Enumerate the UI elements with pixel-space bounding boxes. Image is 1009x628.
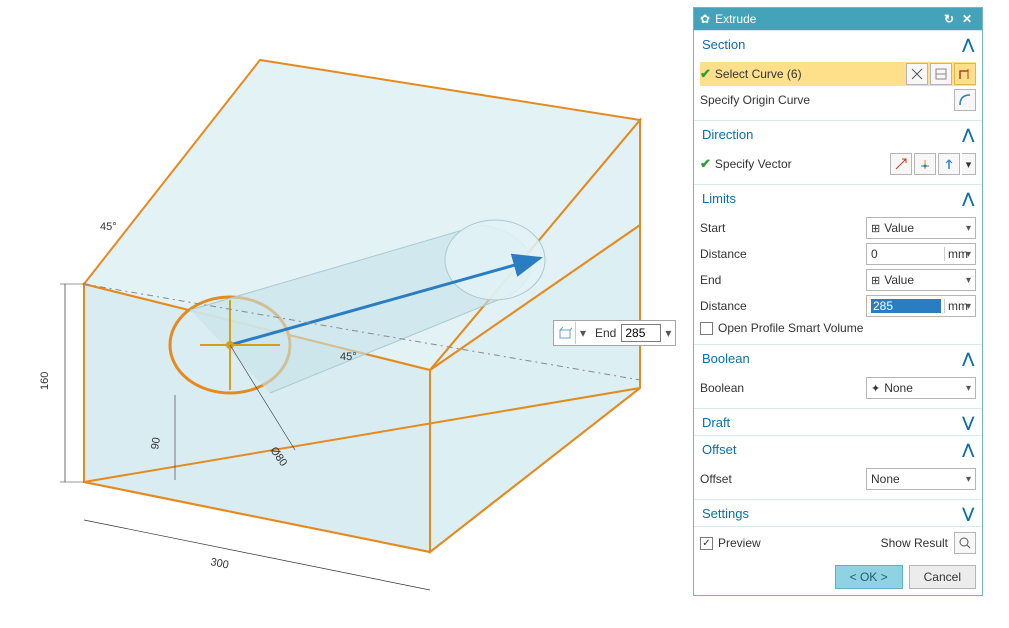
offset-row: Offset None ▾ — [700, 467, 976, 491]
vector-dialog-icon[interactable] — [914, 153, 936, 175]
footer-row: ✓ Preview Show Result — [694, 526, 982, 559]
chevron-down-icon: ▾ — [966, 301, 971, 312]
sketch-section-icon[interactable] — [906, 63, 928, 85]
checkbox-checked: ✓ — [700, 537, 713, 550]
select-curve-label: Select Curve (6) — [715, 67, 904, 81]
start-type-field[interactable]: ⊞ Value ▾ — [866, 217, 976, 239]
origin-curve-icon[interactable] — [954, 89, 976, 111]
chevron-down-icon: ⋁ — [963, 505, 974, 522]
offset-field[interactable]: None ▾ — [866, 468, 976, 490]
panel-titlebar[interactable]: ✿ Extrude ↻ ✕ — [694, 8, 982, 30]
curve-rule-icon[interactable] — [930, 63, 952, 85]
dim-angle2: 45° — [340, 351, 357, 363]
checkbox-box — [700, 322, 713, 335]
open-profile-checkbox[interactable]: Open Profile Smart Volume — [700, 321, 976, 335]
section-head-limits[interactable]: Limits ⋀ — [694, 184, 982, 211]
offset-title: Offset — [702, 442, 736, 457]
panel-title: Extrude — [715, 12, 940, 26]
inferred-vector-icon[interactable] — [938, 153, 960, 175]
viewport-3d[interactable]: 160 300 90 45° 45° Ø80 — [0, 0, 690, 623]
end-type-field[interactable]: ⊞ Value ▾ — [866, 269, 976, 291]
reverse-direction-icon[interactable] — [890, 153, 912, 175]
distance-label: Distance — [700, 247, 866, 261]
inline-unit-dropdown[interactable]: ▾ — [661, 326, 675, 340]
start-distance-row: Distance 0 mm ▾ — [700, 242, 976, 266]
dim-width: 300 — [209, 556, 229, 571]
section-head-offset[interactable]: Offset ⋀ — [694, 435, 982, 462]
show-result-icon[interactable] — [954, 532, 976, 554]
check-icon: ✔ — [700, 156, 711, 172]
section-head-draft[interactable]: Draft ⋁ — [694, 408, 982, 435]
offset-label: Offset — [700, 472, 866, 486]
boolean-label: Boolean — [700, 381, 866, 395]
chevron-up-icon: ⋀ — [963, 126, 974, 143]
end-distance-row: Distance 285 mm ▾ — [700, 294, 976, 318]
chevron-up-icon: ⋀ — [963, 36, 974, 53]
open-profile-label: Open Profile Smart Volume — [718, 321, 863, 335]
start-label: Start — [700, 221, 866, 235]
boolean-row: Boolean ✦ None ▾ — [700, 376, 976, 400]
inline-label: End — [590, 326, 621, 340]
specify-vector-label: Specify Vector — [715, 157, 888, 171]
dim-height: 160 — [39, 372, 51, 390]
preview-label: Preview — [718, 536, 761, 550]
extrude-icon — [554, 322, 576, 344]
gear-icon[interactable]: ✿ — [700, 12, 710, 26]
settings-title: Settings — [702, 506, 749, 521]
section-head-boolean[interactable]: Boolean ⋀ — [694, 344, 982, 371]
chevron-down-icon: ▾ — [966, 249, 971, 260]
specify-origin-label: Specify Origin Curve — [700, 93, 952, 107]
start-type-row: Start ⊞ Value ▾ — [700, 216, 976, 240]
ok-button[interactable]: < OK > — [835, 565, 903, 589]
distance-label: Distance — [700, 299, 866, 313]
check-icon: ✔ — [700, 66, 711, 82]
specify-vector-row[interactable]: ✔ Specify Vector ▾ — [700, 152, 976, 176]
inline-value-input[interactable] — [621, 324, 661, 342]
select-curve-row[interactable]: ✔ Select Curve (6) — [700, 62, 976, 86]
section-head-direction[interactable]: Direction ⋀ — [694, 120, 982, 147]
chevron-up-icon: ⋀ — [963, 190, 974, 207]
limits-title: Limits — [702, 191, 736, 206]
boolean-title: Boolean — [702, 351, 750, 366]
dim-depth: 90 — [149, 436, 163, 450]
direction-title: Direction — [702, 127, 753, 142]
chevron-down-icon: ▾ — [966, 474, 971, 485]
start-distance-field[interactable]: 0 mm ▾ — [866, 243, 976, 265]
end-type-row: End ⊞ Value ▾ — [700, 268, 976, 292]
draft-title: Draft — [702, 415, 730, 430]
specify-origin-row[interactable]: Specify Origin Curve — [700, 88, 976, 112]
chevron-down-icon: ▾ — [966, 275, 971, 286]
button-row: < OK > Cancel — [694, 559, 982, 595]
dim-angle1: 45° — [100, 221, 117, 233]
chevron-up-icon: ⋀ — [963, 350, 974, 367]
chevron-down-icon: ▾ — [966, 383, 971, 394]
end-label: End — [700, 273, 866, 287]
inline-end-input[interactable]: ▾ End ▾ — [553, 320, 676, 346]
preview-checkbox[interactable]: ✓ Preview — [700, 536, 761, 550]
close-icon[interactable]: ✕ — [958, 12, 976, 26]
show-result-label: Show Result — [881, 536, 948, 550]
boolean-field[interactable]: ✦ None ▾ — [866, 377, 976, 399]
value-icon: ⊞ — [871, 274, 880, 287]
chevron-up-icon: ⋀ — [963, 441, 974, 458]
end-distance-field[interactable]: 285 mm ▾ — [866, 295, 976, 317]
none-icon: ✦ — [871, 382, 880, 395]
vector-dropdown[interactable]: ▾ — [962, 153, 976, 175]
section-head-section[interactable]: Section ⋀ — [694, 30, 982, 57]
reset-icon[interactable]: ↻ — [940, 12, 958, 26]
inline-dropdown[interactable]: ▾ — [576, 326, 590, 340]
section-title: Section — [702, 37, 745, 52]
stop-at-intersection-icon[interactable] — [954, 63, 976, 85]
chevron-down-icon: ⋁ — [963, 414, 974, 431]
section-head-settings[interactable]: Settings ⋁ — [694, 499, 982, 526]
chevron-down-icon: ▾ — [966, 223, 971, 234]
cancel-button[interactable]: Cancel — [909, 565, 976, 589]
value-icon: ⊞ — [871, 222, 880, 235]
extrude-panel: ✿ Extrude ↻ ✕ Section ⋀ ✔ Select Curve (… — [693, 7, 983, 596]
